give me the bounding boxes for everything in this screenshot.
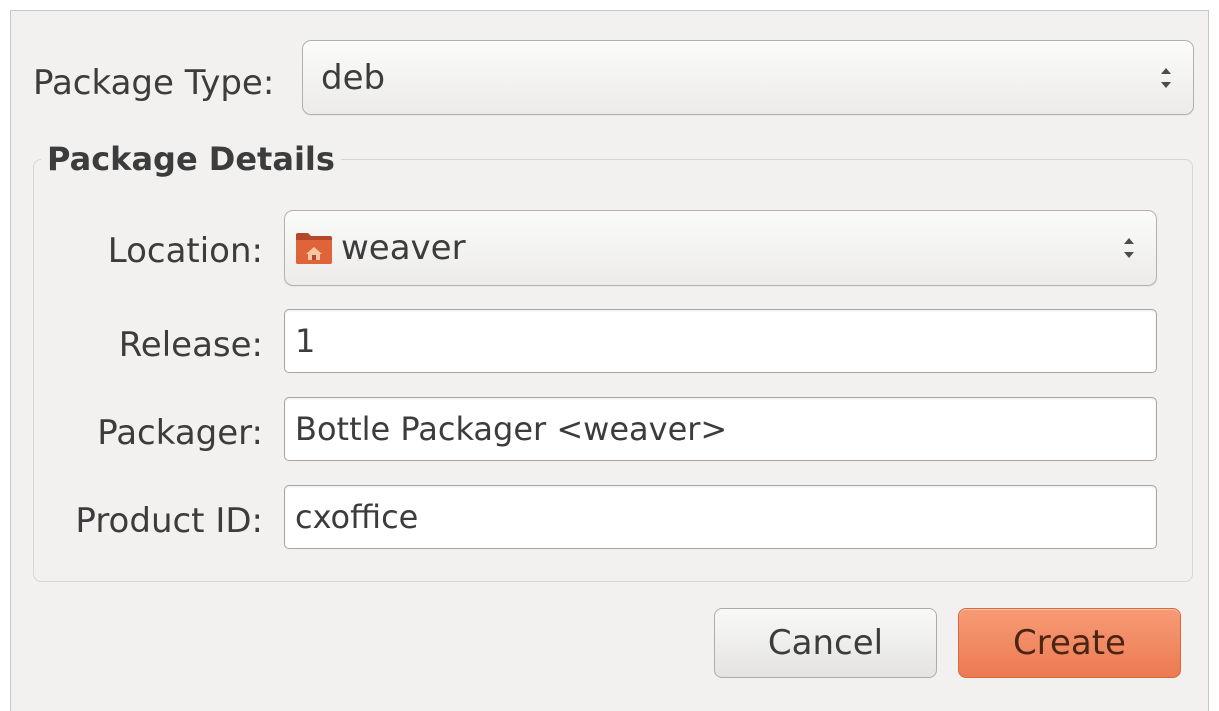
packager-field[interactable] [284, 397, 1157, 461]
create-package-dialog: Package Type: deb Package Details Locati… [10, 10, 1209, 711]
product-id-label: Product ID: [75, 501, 263, 541]
release-field[interactable] [284, 309, 1157, 373]
location-combo[interactable]: weaver [284, 210, 1157, 286]
cancel-button[interactable]: Cancel [714, 608, 937, 678]
location-value: weaver [341, 228, 466, 268]
product-id-input[interactable] [295, 486, 1146, 548]
package-details-title: Package Details [41, 137, 341, 181]
spinner-arrows-icon [1159, 63, 1173, 93]
release-label: Release: [118, 325, 263, 365]
packager-label: Packager: [97, 413, 263, 453]
create-button[interactable]: Create [958, 608, 1181, 678]
package-type-label: Package Type: [33, 63, 275, 103]
folder-home-icon [295, 231, 333, 265]
package-type-value: deb [321, 57, 386, 98]
package-type-combo[interactable]: deb [302, 40, 1194, 115]
release-input[interactable] [295, 310, 1146, 372]
spinner-arrows-icon [1122, 233, 1136, 263]
location-label: Location: [107, 231, 263, 271]
packager-input[interactable] [295, 398, 1146, 460]
product-id-field[interactable] [284, 485, 1157, 549]
